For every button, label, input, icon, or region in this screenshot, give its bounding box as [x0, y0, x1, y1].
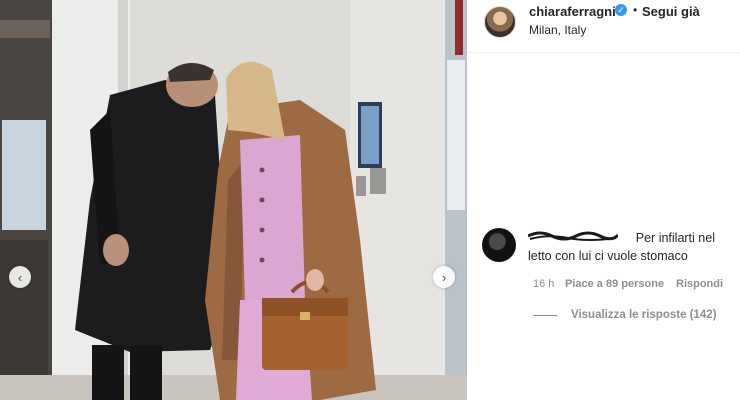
- post-image: [0, 0, 467, 400]
- chevron-left-icon: ‹: [17, 269, 23, 285]
- separator-dot: •: [633, 3, 638, 17]
- comment-time[interactable]: 16 h: [533, 278, 554, 290]
- chevron-right-icon: ›: [441, 269, 447, 285]
- comment-body: xxxxxxxxxxxxxxx Per infilarti nel letto …: [528, 229, 728, 265]
- post-photo[interactable]: ‹ ›: [0, 0, 467, 400]
- follow-button[interactable]: Segui già: [642, 4, 700, 19]
- author-username[interactable]: chiaraferragni: [529, 4, 616, 19]
- post-side-panel: chiaraferragni ✓ • Segui già Milan, Ital…: [467, 0, 740, 400]
- reply-button[interactable]: Rispondi: [676, 278, 723, 290]
- author-avatar[interactable]: [484, 6, 516, 38]
- carousel-next-button[interactable]: ›: [433, 266, 455, 288]
- comment-likes[interactable]: Piace a 89 persone: [565, 278, 664, 290]
- post-header: chiaraferragni ✓ • Segui già Milan, Ital…: [467, 0, 740, 53]
- commenter-avatar[interactable]: [482, 228, 516, 262]
- carousel-prev-button[interactable]: ‹: [9, 266, 31, 288]
- verified-badge-icon: ✓: [615, 4, 627, 16]
- view-replies-button[interactable]: Visualizza le risposte (142): [571, 309, 717, 321]
- replies-divider: [533, 315, 557, 316]
- post-location[interactable]: Milan, Italy: [529, 23, 586, 37]
